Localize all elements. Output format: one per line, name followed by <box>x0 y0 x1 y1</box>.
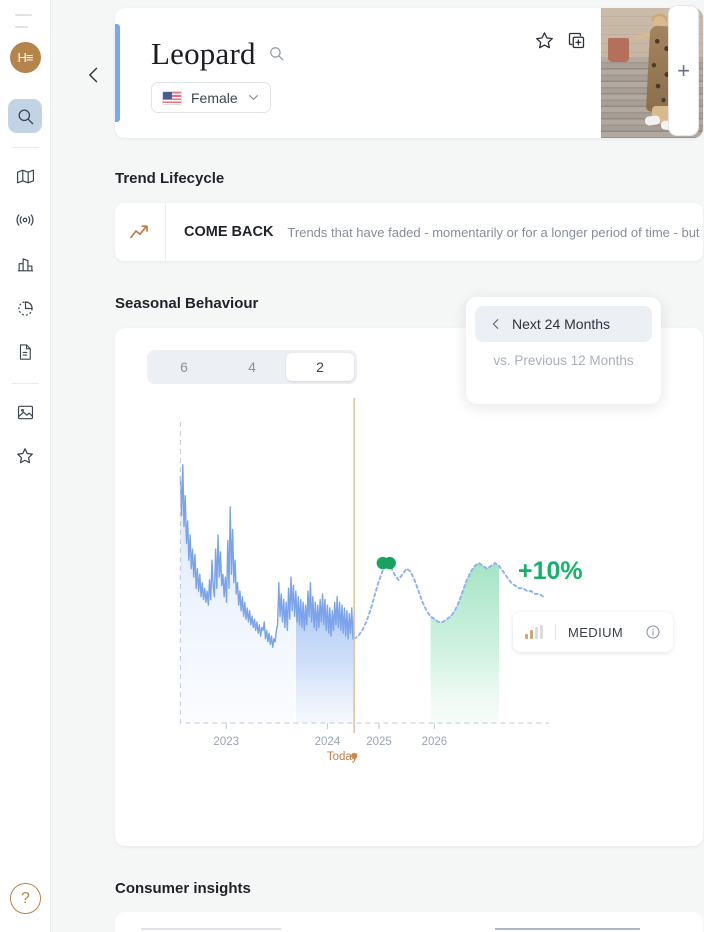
pie-chart-icon <box>16 299 35 318</box>
sidebar-item-search[interactable] <box>8 99 42 133</box>
x-tick-label: 2024 <box>315 736 341 748</box>
app-root: H≡ <box>0 0 704 932</box>
chevron-left-icon <box>489 317 503 331</box>
signal-bar <box>540 625 543 639</box>
section-title-trend-lifecycle: Trend Lifecycle <box>115 170 224 187</box>
gender-region-value: Female <box>191 90 238 106</box>
section-title-seasonal-behaviour: Seasonal Behaviour <box>115 295 258 312</box>
segment-2[interactable]: 2 <box>286 353 354 381</box>
forecast-delta: +10% <box>518 557 583 586</box>
range-option-previous-12-months[interactable]: vs. Previous 12 Months <box>475 353 652 368</box>
sidebar-divider <box>12 147 39 148</box>
sidebar-divider <box>12 383 39 384</box>
main-content: Leopard Female <box>51 0 704 932</box>
question-mark-icon: ? <box>21 890 30 908</box>
help-button[interactable]: ? <box>10 883 41 914</box>
chart-range-segmented-control: 6 4 2 <box>147 350 357 384</box>
range-option-next-24-months[interactable]: Next 24 Months <box>475 306 652 342</box>
signal-bar <box>530 630 533 639</box>
sidebar-nav <box>0 99 50 483</box>
title-row: Leopard <box>151 38 534 69</box>
lifecycle-description: Trends that have faded - momentarily or … <box>273 225 703 240</box>
search-icon <box>16 107 35 126</box>
header-left: Leopard Female <box>115 8 534 138</box>
seasonal-chart-plot[interactable]: 2023202420252026Today <box>137 398 557 768</box>
range-primary-label: Next 24 Months <box>512 316 610 332</box>
sidebar-item-favourites[interactable] <box>8 439 42 473</box>
info-icon[interactable] <box>645 624 661 640</box>
image-icon <box>16 403 35 422</box>
consumer-insights-card[interactable] <box>115 912 703 932</box>
menu-line <box>15 14 32 16</box>
header-actions <box>534 8 601 138</box>
sidebar-item-pie-chart[interactable] <box>8 291 42 325</box>
plus-icon: + <box>677 58 690 84</box>
placeholder-line <box>141 928 281 930</box>
confidence-label: MEDIUM <box>568 625 633 640</box>
sidebar-item-map[interactable] <box>8 159 42 193</box>
search-icon[interactable] <box>268 45 285 62</box>
segment-6[interactable]: 6 <box>150 353 218 381</box>
sidebar-item-bar-chart[interactable] <box>8 247 42 281</box>
confidence-badge: MEDIUM <box>513 612 673 652</box>
trend-up-icon <box>115 203 166 261</box>
lifecycle-card[interactable]: COME BACK Trends that have faded - momen… <box>115 203 703 261</box>
segment-4[interactable]: 4 <box>218 353 286 381</box>
star-icon <box>15 446 35 466</box>
signal-bar <box>525 634 528 639</box>
copy-add-icon[interactable] <box>566 30 587 51</box>
app-logo[interactable]: H≡ <box>10 42 41 73</box>
x-tick-label: 2025 <box>366 736 392 748</box>
add-panel-button[interactable]: + <box>668 5 699 136</box>
sidebar-item-radar[interactable] <box>8 203 42 237</box>
map-icon <box>16 167 35 186</box>
section-title-consumer-insights: Consumer insights <box>115 880 251 897</box>
accent-bar <box>115 24 120 122</box>
placeholder-line <box>495 928 640 930</box>
lifecycle-label: COME BACK <box>166 224 273 240</box>
us-flag-icon <box>162 91 182 105</box>
peak-marker-2 <box>384 557 396 569</box>
chevron-left-icon <box>84 62 104 88</box>
range-popover: Next 24 Months vs. Previous 12 Months <box>466 297 661 404</box>
star-icon[interactable] <box>534 30 555 51</box>
x-tick-label: 2026 <box>422 736 448 748</box>
page-title: Leopard <box>151 38 256 69</box>
signal-bar <box>535 627 538 639</box>
trend-header-card: Leopard Female <box>115 8 703 138</box>
signal-bars-icon <box>525 625 543 639</box>
divider <box>555 624 556 640</box>
chevron-down-icon <box>247 91 260 104</box>
x-tick-label: 2023 <box>213 736 239 748</box>
bar-chart-icon <box>16 255 35 274</box>
gender-region-select[interactable]: Female <box>151 82 271 113</box>
sidebar-item-document[interactable] <box>8 335 42 369</box>
sidebar: H≡ <box>0 0 51 932</box>
sidebar-item-image[interactable] <box>8 395 42 429</box>
menu-line <box>15 26 28 28</box>
menu-toggle-icon[interactable] <box>15 14 35 28</box>
radar-icon <box>15 210 35 230</box>
seasonal-chart-card: 6 4 2 2023202420252026Today <box>115 328 703 846</box>
today-dot <box>351 753 357 759</box>
document-icon <box>16 343 34 361</box>
back-button[interactable] <box>81 60 107 90</box>
